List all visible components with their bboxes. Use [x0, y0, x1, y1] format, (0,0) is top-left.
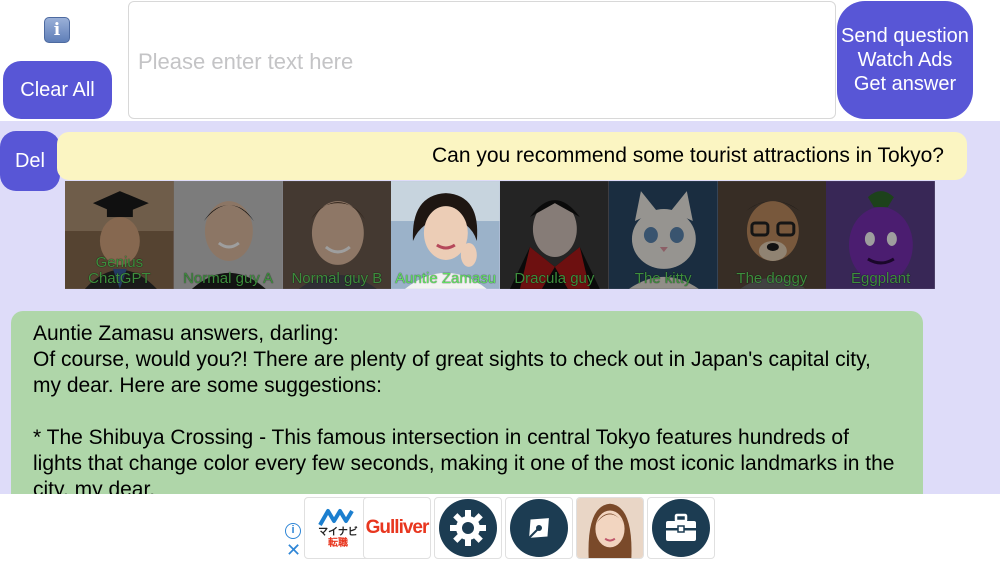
question-input[interactable]: [138, 46, 818, 78]
character-name: Auntie Zamasu: [395, 270, 497, 287]
character-dracula-guy[interactable]: Dracula guy: [500, 181, 609, 289]
ad-info-icon[interactable]: i: [285, 523, 301, 539]
character-normal-guy-a[interactable]: Normal guy A: [173, 181, 283, 289]
ad-tile-briefcase-app[interactable]: [647, 497, 715, 559]
mynavi-text: マイナビ: [318, 527, 358, 538]
app-root: i Clear All Send question Watch Ads Get …: [0, 0, 1000, 563]
chat-area[interactable]: Del Can you recommend some tourist attra…: [0, 121, 1000, 494]
character-eggplant[interactable]: Eggplant: [826, 181, 935, 289]
character-genius-chatgpt[interactable]: Genius ChatGPT: [65, 181, 174, 289]
character-normal-guy-b[interactable]: Normal guy B: [282, 181, 392, 289]
gulliver-logo: Gulliver: [365, 517, 430, 538]
character-name: Eggplant: [851, 270, 911, 287]
clear-all-button[interactable]: Clear All: [3, 61, 112, 119]
character-name: Normal guy B: [291, 270, 383, 287]
character-selector: Genius ChatGPT Normal guy A Normal guy B…: [65, 181, 935, 289]
mynavi-logo: マイナビ 転職: [318, 507, 358, 549]
character-name: Normal guy A: [183, 270, 274, 287]
info-icon[interactable]: i: [44, 17, 70, 43]
send-question-button[interactable]: Send question Watch Ads Get answer: [837, 1, 973, 119]
character-the-kitty[interactable]: The kitty: [608, 181, 718, 289]
answer-heading: Auntie Zamasu answers, darling:: [33, 322, 339, 345]
app-icon-background: [439, 499, 497, 557]
ad-tile-mynavi[interactable]: マイナビ 転職: [304, 497, 372, 559]
answer-bubble: Auntie Zamasu answers, darling: Of cours…: [11, 311, 923, 494]
ad-tile-photo-app[interactable]: [576, 497, 644, 559]
answer-paragraph-1: Of course, would you?! There are plenty …: [33, 348, 871, 397]
character-the-doggy[interactable]: The doggy: [717, 181, 827, 289]
send-label-line-3: Get answer: [853, 73, 957, 95]
question-input-box[interactable]: [128, 1, 836, 119]
app-icon-background: [652, 499, 710, 557]
ad-tile-settings-app[interactable]: [434, 497, 502, 559]
character-name: Dracula guy: [514, 270, 595, 287]
character-auntie-zamasu[interactable]: Auntie Zamasu: [391, 181, 500, 289]
top-bar: i Clear All Send question Watch Ads Get …: [0, 0, 1000, 121]
character-name: The kitty: [634, 270, 692, 287]
ad-close-icon[interactable]: ✕: [286, 541, 301, 559]
mynavi-mark-icon: [318, 509, 354, 526]
send-label-line-2: Watch Ads: [857, 49, 953, 71]
delete-button[interactable]: Del: [0, 131, 60, 191]
pen-nib-icon: [528, 518, 549, 539]
answer-paragraph-2: * The Shibuya Crossing - This famous int…: [33, 426, 895, 494]
question-bubble: Can you recommend some tourist attractio…: [57, 132, 967, 180]
briefcase-icon: [666, 513, 696, 541]
character-name: The doggy: [736, 270, 808, 287]
ad-tile-pen-app[interactable]: [505, 497, 573, 559]
ad-tile-gulliver[interactable]: Gulliver: [363, 497, 431, 559]
send-label-line-1: Send question: [841, 25, 969, 47]
character-name: Genius ChatGPT: [88, 254, 151, 287]
mynavi-subtext: 転職: [328, 538, 348, 549]
ad-banner: i ✕ マイナビ 転職 Gulliver: [0, 494, 1000, 563]
gear-icon: [450, 510, 486, 546]
app-icon-background: [510, 499, 568, 557]
woman-photo: [577, 498, 643, 558]
